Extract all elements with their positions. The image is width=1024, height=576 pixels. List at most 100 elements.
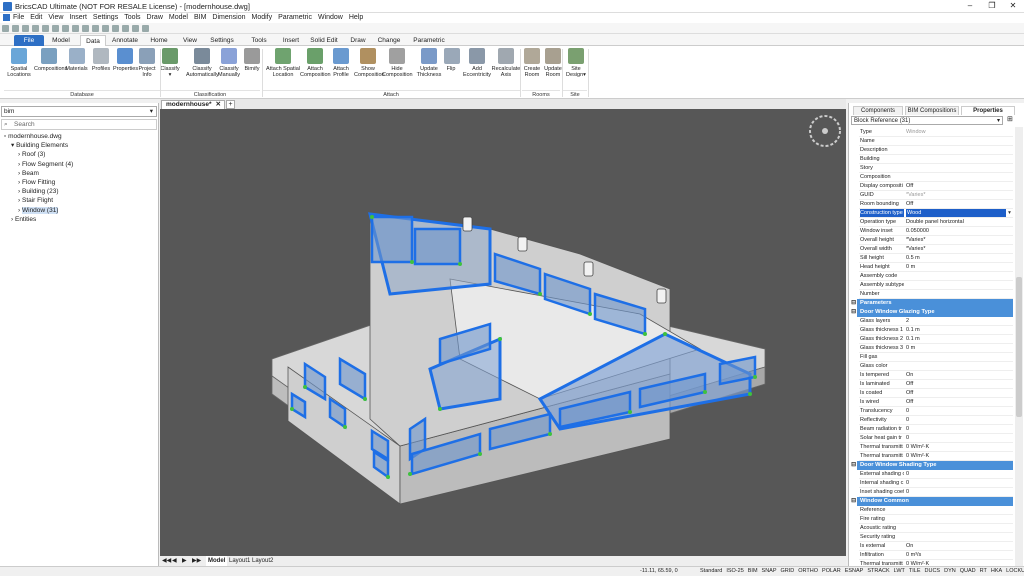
ribbon-button-attach[interactable]: Attach Composition	[300, 48, 331, 78]
layout-tab-layout2[interactable]: Layout2	[252, 556, 273, 566]
property-row[interactable]: Is wired Off	[859, 398, 1013, 407]
property-value[interactable]: 0	[906, 479, 909, 487]
copy-icon[interactable]	[72, 25, 79, 32]
property-value[interactable]: 0 W/m²·K	[906, 452, 929, 460]
status-toggle-quad[interactable]: QUAD	[960, 568, 976, 574]
property-value[interactable]: 0	[906, 488, 909, 496]
property-row[interactable]: Reference	[859, 506, 1013, 515]
property-section[interactable]: Parameters ⊟	[850, 299, 1013, 308]
property-value[interactable]: 0.1 m	[906, 326, 920, 334]
tab-change[interactable]: Change	[375, 35, 403, 46]
structure-select[interactable]: bim ▾	[1, 106, 157, 117]
quick-select-icon[interactable]: ⊞	[1007, 116, 1015, 125]
property-row[interactable]: Infiltration 0 m³/s	[859, 551, 1013, 560]
viewcube-icon[interactable]	[809, 115, 841, 147]
property-section[interactable]: Door Window Glazing Type ⊟	[850, 308, 1013, 317]
ribbon-button-site[interactable]: Site Design▾	[566, 48, 586, 78]
tree-item[interactable]: › Beam	[18, 169, 39, 178]
save-icon[interactable]	[22, 25, 29, 32]
property-value[interactable]: 0 m³/s	[906, 551, 921, 559]
tab-insert[interactable]: Insert	[280, 35, 302, 46]
menu-item-file[interactable]: File	[13, 13, 24, 23]
property-row[interactable]: Translucency 0	[859, 407, 1013, 416]
tree-item[interactable]: › Building (23)	[18, 187, 58, 196]
status-toggle-bim[interactable]: BIM	[748, 568, 758, 574]
selection-dropdown[interactable]: Block Reference (31) ▾	[851, 116, 1003, 125]
property-row[interactable]: Fill gas	[859, 353, 1013, 362]
property-row[interactable]: Room bounding Off	[859, 200, 1013, 209]
property-row[interactable]: Glass thickness 1 0.1 m	[859, 326, 1013, 335]
expand-icon[interactable]: ⊟	[850, 461, 857, 470]
property-row[interactable]: Is laminated Off	[859, 380, 1013, 389]
menu-item-view[interactable]: View	[48, 13, 63, 23]
property-row[interactable]: External shading c0	[859, 470, 1013, 479]
property-value[interactable]: Off	[906, 200, 913, 208]
property-value[interactable]: On	[906, 542, 913, 550]
paste-icon[interactable]	[82, 25, 89, 32]
property-value[interactable]: 0.050000	[906, 227, 929, 235]
ribbon-button-flip[interactable]: Flip	[444, 48, 460, 72]
property-value[interactable]: 0	[906, 434, 909, 442]
status-toggle-rt[interactable]: RT	[980, 568, 987, 574]
layout-nav-icon[interactable]: ◀	[172, 556, 177, 566]
ribbon-button-classify[interactable]: Classify ▾	[158, 48, 182, 78]
property-row[interactable]: Inset shading coef 0	[859, 488, 1013, 497]
property-row[interactable]: Assembly code	[859, 272, 1013, 281]
property-section[interactable]: Door Window Shading Type ⊟	[850, 461, 1013, 470]
match-properties-icon[interactable]	[92, 25, 99, 32]
help-icon[interactable]	[142, 25, 149, 32]
tree-item[interactable]: › Roof (3)	[18, 150, 45, 159]
chevron-down-icon[interactable]: ▾	[1006, 209, 1013, 217]
ribbon-button-attach-spatial[interactable]: Attach Spatial Location	[266, 48, 300, 78]
ribbon-button-add[interactable]: Add Eccentricity	[462, 48, 492, 78]
property-row[interactable]: Description	[859, 146, 1013, 155]
layout-nav-icon[interactable]: ▶▶	[192, 556, 201, 566]
tree-item[interactable]: ▾ Building Elements	[11, 141, 68, 150]
property-row[interactable]: Fire rating	[859, 515, 1013, 524]
ribbon-button-attach[interactable]: Attach Profile	[330, 48, 352, 78]
minimize-icon[interactable]: –	[960, 1, 980, 10]
property-row[interactable]: Solar heat gain tr 0	[859, 434, 1013, 443]
property-value[interactable]: 0	[906, 407, 909, 415]
property-row[interactable]: Type Window	[859, 128, 1013, 137]
ribbon-button-profiles[interactable]: Profiles	[91, 48, 111, 72]
layout-nav-icon[interactable]: ◀◀	[162, 556, 171, 566]
property-value[interactable]: Off	[906, 398, 913, 406]
ribbon-button-update[interactable]: Update Thickness	[415, 48, 443, 78]
property-value[interactable]: Window	[906, 128, 926, 136]
tab-tools[interactable]: Tools	[245, 35, 273, 46]
property-row[interactable]: Composition	[859, 173, 1013, 182]
pan-icon[interactable]	[112, 25, 119, 32]
ribbon-button-recalculate[interactable]: Recalculate Axis	[490, 48, 522, 78]
property-value[interactable]: 0 m	[906, 344, 915, 352]
property-value[interactable]: Off	[906, 182, 913, 190]
scrollbar[interactable]	[1015, 127, 1023, 567]
property-value[interactable]: 0	[906, 416, 909, 424]
menu-item-dimension[interactable]: Dimension	[212, 13, 245, 23]
status-toggle-polar[interactable]: POLAR	[822, 568, 841, 574]
layout-nav-icon[interactable]: ▶	[182, 556, 187, 566]
panel-tab-components[interactable]: Components	[853, 106, 903, 115]
property-value[interactable]: 0 W/m²·K	[906, 443, 929, 451]
tab-settings[interactable]: Settings	[206, 35, 238, 46]
status-toggle-grid[interactable]: GRID	[781, 568, 795, 574]
property-row[interactable]: Overall height *Varies*	[859, 236, 1013, 245]
status-toggle-dyn[interactable]: DYN	[944, 568, 956, 574]
property-value[interactable]: 0	[906, 425, 909, 433]
property-row[interactable]: Thermal transmitt 0 W/m²·K	[859, 452, 1013, 461]
tree-item[interactable]: › Flow Segment (4)	[18, 160, 73, 169]
property-row[interactable]: Glass thickness 2 0.1 m	[859, 335, 1013, 344]
property-row[interactable]: Security rating	[859, 533, 1013, 542]
tab-view[interactable]: View	[178, 35, 202, 46]
property-section[interactable]: Window Common ⊟	[850, 497, 1013, 506]
search-input[interactable]: ⌕ Search	[1, 119, 157, 130]
property-row[interactable]: Overall width *Varies*	[859, 245, 1013, 254]
status-toggle-lockui[interactable]: LOCKUI	[1006, 568, 1024, 574]
property-value[interactable]: *Varies*	[906, 191, 925, 199]
property-value[interactable]: 0.1 m	[906, 335, 920, 343]
status-toggle-tile[interactable]: TILE	[909, 568, 921, 574]
ribbon-button-classify[interactable]: Classify Automatically	[186, 48, 219, 78]
zoom-icon[interactable]	[102, 25, 109, 32]
property-value[interactable]: 0 m	[906, 263, 915, 271]
property-row[interactable]: Glass thickness 30 m	[859, 344, 1013, 353]
